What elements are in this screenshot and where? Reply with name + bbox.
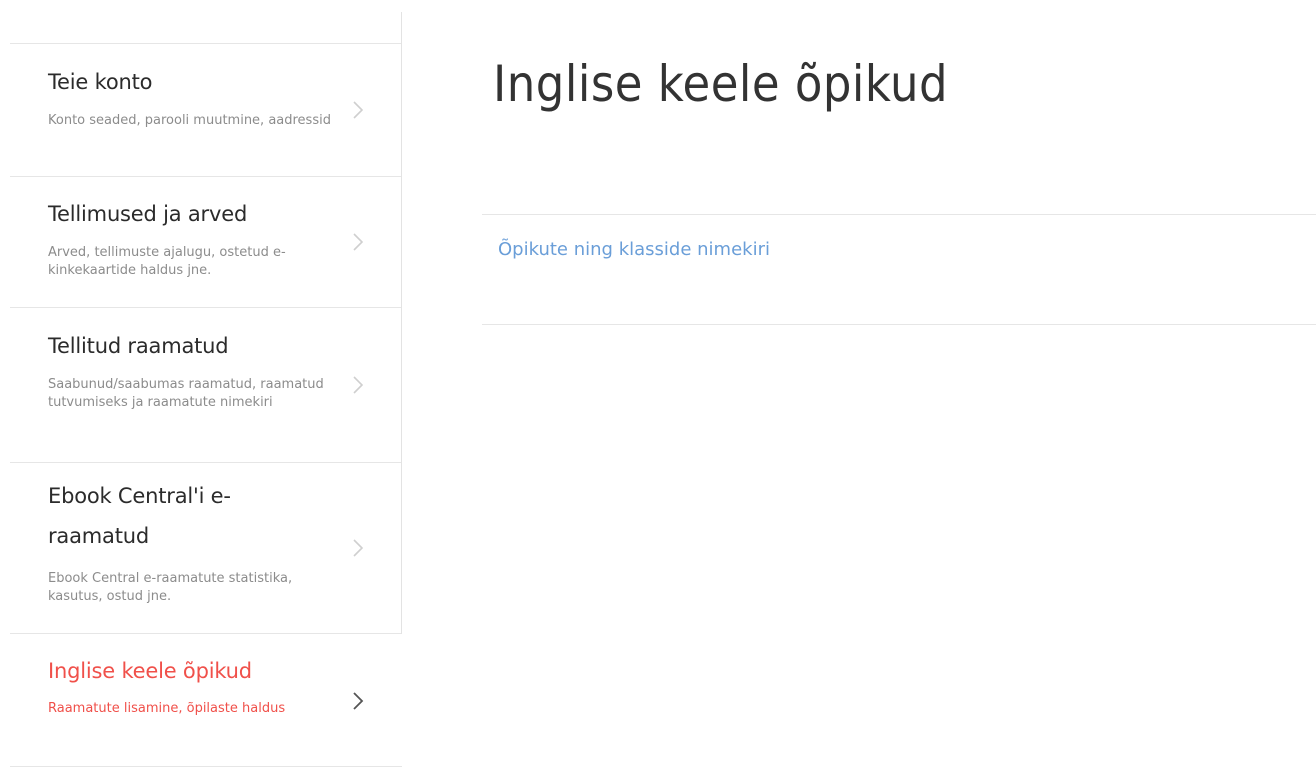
chevron-right-icon bbox=[351, 232, 365, 252]
sidebar-item-orders[interactable]: Tellimused ja arved Arved, tellimuste aj… bbox=[10, 176, 402, 308]
sidebar-item-title: Tellimused ja arved bbox=[48, 202, 248, 226]
sidebar-item-description: Konto seaded, parooli muutmine, aadressi… bbox=[48, 113, 331, 128]
sidebar-item-title: Inglise keele õpikud bbox=[48, 659, 252, 683]
sidebar-item-ordered-books[interactable]: Tellitud raamatud Saabunud/saabumas raam… bbox=[10, 307, 402, 463]
chevron-right-icon bbox=[351, 100, 365, 120]
sidebar-item-description: Ebook Central e-raamatute statistika, ka… bbox=[48, 571, 293, 604]
sidebar-item-english-textbooks[interactable]: Inglise keele õpikud Raamatute lisamine,… bbox=[10, 636, 402, 767]
page: Teie konto Konto seaded, parooli muutmin… bbox=[0, 0, 1316, 769]
textbooks-classes-list-link[interactable]: Õpikute ning klasside nimekiri bbox=[498, 236, 770, 264]
sidebar-item-ebook-central[interactable]: Ebook Central'i e-raamatud Ebook Central… bbox=[10, 462, 402, 634]
sidebar-divider bbox=[401, 12, 402, 634]
page-title: Inglise keele õpikud bbox=[493, 55, 949, 113]
sidebar-item-description: Arved, tellimuste ajalugu, ostetud e-kin… bbox=[48, 245, 286, 278]
sidebar-item-description: Saabunud/saabumas raamatud, raamatud tut… bbox=[48, 377, 324, 410]
divider bbox=[482, 214, 1316, 215]
divider bbox=[482, 324, 1316, 325]
sidebar-item-title: Ebook Central'i e-raamatud bbox=[48, 484, 231, 548]
sidebar-item-account[interactable]: Teie konto Konto seaded, parooli muutmin… bbox=[10, 43, 402, 177]
sidebar-item-description: Raamatute lisamine, õpilaste haldus bbox=[48, 701, 286, 716]
chevron-right-icon bbox=[351, 538, 365, 558]
chevron-right-icon bbox=[351, 691, 365, 711]
sidebar-item-title: Teie konto bbox=[48, 70, 153, 94]
sidebar-item-title: Tellitud raamatud bbox=[48, 334, 229, 358]
sidebar-menu: Teie konto Konto seaded, parooli muutmin… bbox=[10, 0, 402, 769]
chevron-right-icon bbox=[351, 375, 365, 395]
